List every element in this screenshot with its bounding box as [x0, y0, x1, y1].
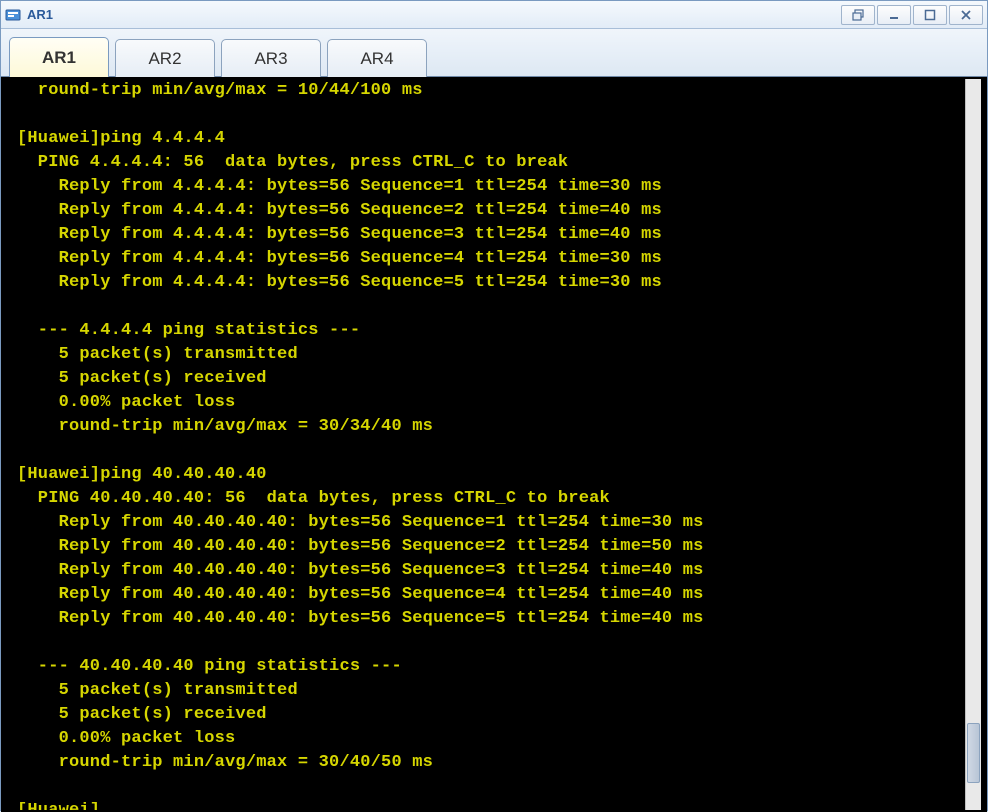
tab-ar1[interactable]: AR1 — [9, 37, 109, 77]
minimize-button[interactable] — [877, 5, 911, 25]
title-left-group: AR1 — [5, 7, 841, 23]
terminal-container: round-trip min/avg/max = 10/44/100 ms [H… — [1, 77, 987, 812]
tab-label: AR3 — [254, 49, 287, 69]
tab-label: AR4 — [360, 49, 393, 69]
close-button[interactable] — [949, 5, 983, 25]
tab-label: AR2 — [148, 49, 181, 69]
window-title-bar: AR1 — [1, 1, 987, 29]
tab-ar4[interactable]: AR4 — [327, 39, 427, 77]
tab-bar: AR1 AR2 AR3 AR4 — [1, 29, 987, 77]
maximize-button[interactable] — [913, 5, 947, 25]
tab-label: AR1 — [42, 48, 76, 68]
window-controls — [841, 5, 983, 25]
terminal-scrollbar[interactable] — [965, 79, 981, 810]
restore-down-button[interactable] — [841, 5, 875, 25]
scrollbar-thumb[interactable] — [967, 723, 980, 783]
app-icon — [5, 7, 21, 23]
terminal-output[interactable]: round-trip min/avg/max = 10/44/100 ms [H… — [3, 79, 965, 810]
tab-ar2[interactable]: AR2 — [115, 39, 215, 77]
window-title: AR1 — [27, 7, 53, 22]
tab-ar3[interactable]: AR3 — [221, 39, 321, 77]
